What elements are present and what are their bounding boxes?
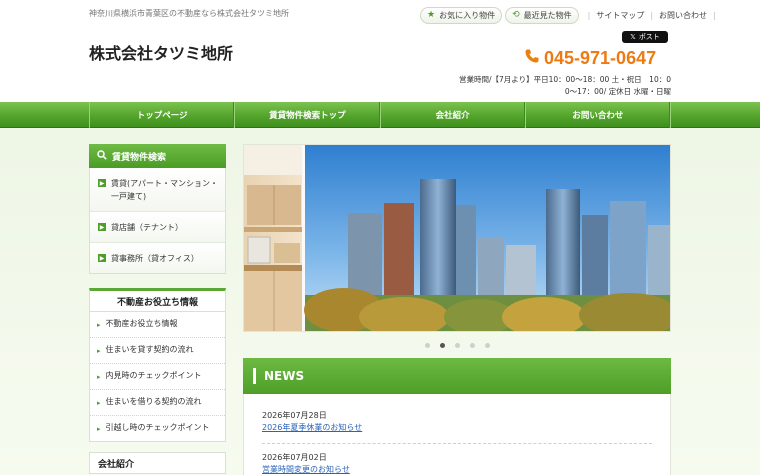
news-list: 2026年07月28日 2026年夏季休業のお知らせ 2026年07月02日 営… [243, 394, 671, 475]
rental-search-heading: 賃貸物件検索 [89, 144, 226, 168]
x-logo-icon: 𝕏 [630, 33, 636, 41]
sidebar-item-label: 賃貸(アパート・マンション・一戸建て) [111, 179, 218, 201]
sidebar-item-shop[interactable]: ▶ 貸店舗（テナント） [90, 212, 225, 243]
company-logo[interactable]: 株式会社タツミ地所 [89, 40, 233, 64]
site-tagline: 神奈川県横浜市青葉区の不動産なら株式会社タツミ地所 [89, 9, 289, 18]
phone-number[interactable]: 045-971-0647 [524, 48, 656, 69]
tip-label: 住まいを貸す契約の流れ [105, 345, 194, 354]
rental-search-title: 賃貸物件検索 [112, 152, 167, 163]
sidebar-item-label: 貸店舗（テナント） [111, 223, 183, 232]
heading-accent-bar [253, 368, 256, 384]
tip-label: 住まいを借りる契約の流れ [105, 397, 202, 406]
chevron-right-icon: ▸ [97, 321, 101, 329]
x-post-button[interactable]: 𝕏 ポスト [622, 31, 668, 43]
rental-search-list: ▶ 賃貸(アパート・マンション・一戸建て) ▶ 貸店舗（テナント） ▶ 貸事務所… [89, 168, 226, 274]
recent-button[interactable]: ⟲ 最近見た物件 [505, 6, 579, 24]
tip-item[interactable]: ▸ 内見時のチェックポイント [90, 364, 225, 390]
recent-label: 最近見た物件 [523, 10, 572, 20]
business-hours-continued: 0～17：00/ 定休日 水曜・日曜 [564, 87, 671, 96]
chevron-right-icon: ▸ [97, 347, 101, 355]
contact-link[interactable]: お問い合わせ [659, 10, 707, 21]
chevron-right-icon: ▶ [98, 254, 106, 262]
nav-item-top[interactable]: トップページ [89, 102, 234, 128]
slider-dot[interactable] [484, 342, 490, 348]
sitemap-link[interactable]: サイトマップ [596, 10, 644, 21]
history-icon: ⟲ [512, 10, 520, 20]
tip-item[interactable]: ▸ 引越し時のチェックポイント [90, 416, 225, 441]
news-item: 2026年07月02日 営業時間変更のお知らせ [262, 444, 652, 475]
utility-links: ★ お気に入り物件 ⟲ 最近見た物件 | サイトマップ | お問い合わせ | [420, 6, 722, 24]
news-link[interactable]: 営業時間変更のお知らせ [262, 464, 652, 475]
tip-label: 不動産お役立ち情報 [105, 319, 178, 328]
sidebar-item-office[interactable]: ▶ 貸事務所（貸オフィス） [90, 243, 225, 273]
x-post-label: ポスト [638, 33, 660, 41]
chevron-right-icon: ▶ [98, 223, 106, 231]
star-icon: ★ [427, 10, 436, 20]
sidebar-item-residential[interactable]: ▶ 賃貸(アパート・マンション・一戸建て) [90, 168, 225, 212]
slider-dot[interactable] [454, 342, 460, 348]
tip-item[interactable]: ▸ 住まいを貸す契約の流れ [90, 338, 225, 364]
news-link[interactable]: 2026年夏季休業のお知らせ [262, 422, 652, 434]
business-hours: 営業時間/【7月より】平日10：00～18：00 土・祝日 10：0 [458, 75, 671, 84]
slider-dot[interactable] [424, 342, 430, 348]
tips-heading: 不動産お役立ち情報 [89, 288, 226, 312]
divider: | [587, 10, 591, 20]
divider: | [713, 10, 716, 20]
tip-label: 引越し時のチェックポイント [105, 423, 210, 432]
slider-dot-active[interactable] [439, 342, 445, 348]
tip-item[interactable]: ▸ 不動産お役立ち情報 [90, 312, 225, 338]
chevron-right-icon: ▸ [97, 373, 101, 381]
chevron-right-icon: ▸ [97, 425, 101, 433]
news-item: 2026年07月28日 2026年夏季休業のお知らせ [262, 402, 652, 444]
phone-icon [524, 48, 540, 69]
nav-item-rental-search[interactable]: 賃貸物件検索トップ [234, 102, 379, 128]
favorites-label: お気に入り物件 [439, 10, 496, 20]
sidebar-item-label: 貸事務所（貸オフィス） [111, 254, 199, 263]
chevron-right-icon: ▸ [97, 399, 101, 407]
phone-number-text: 045-971-0647 [544, 48, 657, 68]
news-heading: NEWS [243, 358, 671, 394]
slider-dot[interactable] [469, 342, 475, 348]
sidebar: 賃貸物件検索 ▶ 賃貸(アパート・マンション・一戸建て) ▶ 貸店舗（テナント）… [89, 144, 226, 474]
company-heading[interactable]: 会社紹介 [89, 452, 226, 474]
news-title: NEWS [264, 369, 305, 383]
hero-slider[interactable] [243, 144, 671, 332]
favorites-button[interactable]: ★ お気に入り物件 [420, 6, 503, 24]
slider-pagination [243, 332, 671, 358]
nav-item-contact[interactable]: お問い合わせ [524, 102, 671, 128]
nav-item-company[interactable]: 会社紹介 [379, 102, 525, 128]
global-nav: トップページ 賃貸物件検索トップ 会社紹介 お問い合わせ [0, 102, 760, 128]
chevron-right-icon: ▶ [98, 179, 106, 187]
news-date: 2026年07月28日 [262, 411, 327, 420]
divider: | [650, 10, 654, 20]
main-content: NEWS 2026年07月28日 2026年夏季休業のお知らせ 2026年07月… [243, 144, 671, 475]
search-icon [97, 149, 107, 163]
news-date: 2026年07月02日 [262, 453, 327, 462]
hero-image [244, 145, 670, 331]
tips-list: ▸ 不動産お役立ち情報 ▸ 住まいを貸す契約の流れ ▸ 内見時のチェックポイント… [89, 312, 226, 442]
tip-label: 内見時のチェックポイント [105, 371, 202, 380]
tip-item[interactable]: ▸ 住まいを借りる契約の流れ [90, 390, 225, 416]
